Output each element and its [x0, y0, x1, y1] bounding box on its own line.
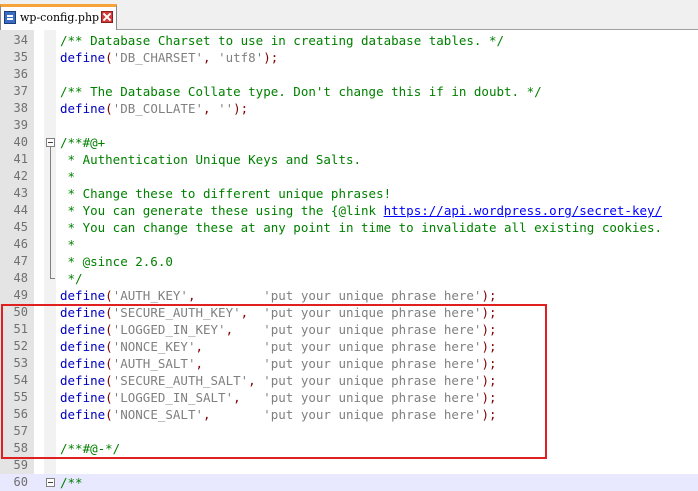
code-line[interactable]: 39 [0, 117, 698, 134]
code-token: define [60, 288, 106, 303]
code-text: /** Database Charset to use in creating … [60, 32, 504, 49]
code-text: * @since 2.6.0 [60, 253, 173, 270]
line-number: 35 [13, 50, 28, 64]
code-text: * You can generate these using the {@lin… [60, 202, 663, 219]
line-number: 48 [13, 271, 28, 285]
code-line[interactable]: 34 /** Database Charset to use in creatin… [0, 32, 698, 49]
code-token: * [60, 237, 76, 252]
code-text: /** The Database Collate type. Don't cha… [60, 83, 542, 100]
code-line[interactable]: 40 /**#@+ [0, 134, 698, 151]
code-token: 'DB_CHARSET' [112, 50, 203, 65]
code-token: 'DB_COLLATE' [112, 101, 203, 116]
code-token: , [187, 288, 264, 303]
url-link[interactable]: https://api.wordpress.org/secret-key/ [384, 203, 662, 218]
code-token: /** [60, 475, 83, 490]
code-token: ); [233, 101, 249, 116]
line-number: 44 [13, 203, 28, 217]
line-number: 39 [13, 118, 28, 132]
code-token: ( [105, 101, 113, 116]
code-token: define [60, 50, 106, 65]
code-token: 'AUTH_KEY' [112, 288, 188, 303]
code-line[interactable]: 38 define('DB_COLLATE', ''); [0, 100, 698, 117]
code-token: 'put your unique phrase here' [263, 288, 482, 303]
code-token: ( [105, 50, 113, 65]
line-number: 37 [13, 84, 28, 98]
code-token: * You can generate these using the {@lin… [60, 203, 384, 218]
line-number: 36 [13, 67, 28, 81]
tab-wp-config[interactable]: wp-config.php [0, 4, 117, 30]
code-token: 2.6.0 [127, 254, 173, 269]
code-token: * Authentication Unique Keys and Salts. [60, 152, 362, 167]
line-number: 46 [13, 237, 28, 251]
line-number: 43 [13, 186, 28, 200]
line-number: 49 [13, 288, 28, 302]
code-line[interactable]: 35 define('DB_CHARSET', 'utf8'); [0, 49, 698, 66]
fold-toggle-icon[interactable] [46, 478, 55, 487]
line-number: 45 [13, 220, 28, 234]
code-text: /** [60, 474, 83, 491]
code-token: ); [263, 50, 279, 65]
code-token: * You can change these at any point in t… [60, 220, 663, 235]
line-number: 41 [13, 152, 28, 166]
code-token: define [60, 101, 106, 116]
code-token: @since [82, 254, 128, 269]
line-number: 42 [13, 169, 28, 183]
code-editor[interactable]: 34 /** Database Charset to use in creatin… [0, 30, 698, 491]
code-line[interactable]: 44 * You can generate these using the {@… [0, 202, 698, 219]
code-text: * [60, 168, 76, 185]
line-number: 34 [13, 33, 28, 47]
code-token: ( [105, 288, 113, 303]
code-line[interactable]: 41 * Authentication Unique Keys and Salt… [0, 151, 698, 168]
code-token: */ [60, 271, 83, 286]
code-text: * Change these to different unique phras… [60, 185, 392, 202]
close-icon[interactable] [101, 11, 113, 23]
line-number: 40 [13, 135, 28, 149]
code-token: , [203, 50, 219, 65]
code-line[interactable]: 45 * You can change these at any point i… [0, 219, 698, 236]
fold-end-mark [50, 278, 55, 279]
highlight-box [1, 304, 547, 459]
code-token: , [203, 101, 219, 116]
code-line[interactable]: 47 * @since 2.6.0 [0, 253, 698, 270]
code-token: ); [481, 288, 497, 303]
line-number: 38 [13, 101, 28, 115]
code-text: * You can change these at any point in t… [60, 219, 663, 236]
code-line[interactable]: 42 * [0, 168, 698, 185]
code-line[interactable]: 59 [0, 457, 698, 474]
code-text: * Authentication Unique Keys and Salts. [60, 151, 362, 168]
line-number: 59 [13, 458, 28, 472]
fold-toggle-icon[interactable] [46, 138, 55, 147]
code-text: /**#@+ [60, 134, 105, 151]
code-token: * [60, 254, 83, 269]
line-number: 60 [13, 475, 28, 489]
code-token: '' [218, 101, 234, 116]
file-saved-icon [4, 11, 16, 24]
code-text: define('DB_COLLATE', ''); [60, 100, 248, 117]
code-line[interactable]: 49 define('AUTH_KEY', 'put your unique ph… [0, 287, 698, 304]
fold-guide [50, 147, 51, 279]
code-token: * Change these to different unique phras… [60, 186, 392, 201]
line-number: 47 [13, 254, 28, 268]
code-token: /**#@+ [60, 135, 106, 150]
code-line[interactable]: 60 /** [0, 474, 698, 491]
code-line[interactable]: 43 * Change these to different unique ph… [0, 185, 698, 202]
code-text: * [60, 236, 76, 253]
code-token: /** The Database Collate type. Don't cha… [60, 84, 542, 99]
code-text: */ [60, 270, 83, 287]
code-text: define('DB_CHARSET', 'utf8'); [60, 49, 278, 66]
code-token: 'utf8' [218, 50, 264, 65]
code-line[interactable]: 37 /** The Database Collate type. Don't c… [0, 83, 698, 100]
code-token: * [60, 169, 76, 184]
code-line[interactable]: 36 [0, 66, 698, 83]
code-token: /** Database Charset to use in creating … [60, 33, 505, 48]
tab-label: wp-config.php [20, 11, 100, 24]
code-line[interactable]: 48 */ [0, 270, 698, 287]
code-line[interactable]: 46 * [0, 236, 698, 253]
code-text: define('AUTH_KEY', 'put your unique phra… [60, 287, 497, 304]
tab-bar: wp-config.php [0, 0, 698, 30]
